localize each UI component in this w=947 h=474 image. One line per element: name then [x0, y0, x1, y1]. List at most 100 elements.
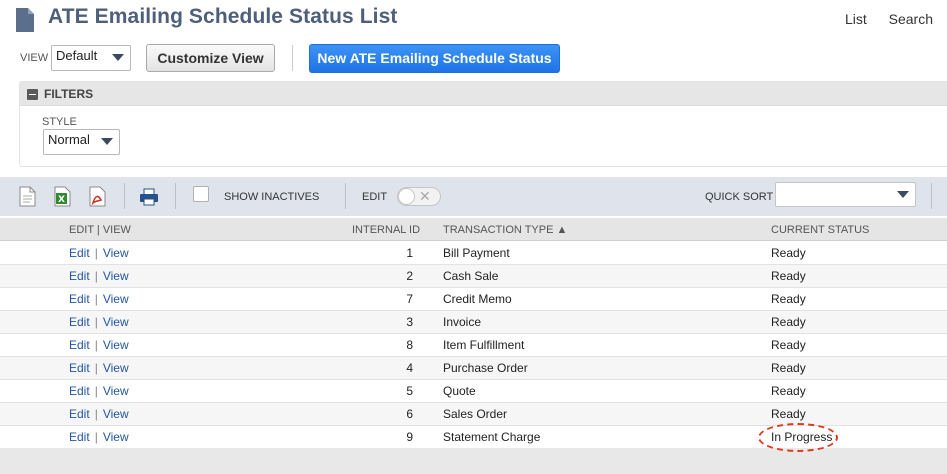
edit-link[interactable]: Edit: [69, 246, 90, 260]
view-link[interactable]: View: [103, 430, 129, 444]
view-toolbar: VIEW Default Customize View New ATE Emai…: [0, 43, 947, 75]
edit-view-links: Edit | View: [69, 407, 129, 421]
search-link[interactable]: Search: [889, 11, 933, 27]
edit-link[interactable]: Edit: [69, 407, 90, 421]
edit-view-links: Edit | View: [69, 292, 129, 306]
new-record-button[interactable]: New ATE Emailing Schedule Status: [309, 44, 560, 73]
table-row: Edit | View 3 Invoice Ready: [0, 311, 947, 334]
view-link[interactable]: View: [103, 315, 129, 329]
list-toolbar: X SHOW INACTIVES EDIT ✕ QUICK SORT: [0, 177, 947, 216]
page-header: ATE Emailing Schedule Status List List S…: [0, 0, 947, 40]
show-inactives-checkbox[interactable]: [193, 186, 209, 202]
column-transaction-type[interactable]: TRANSACTION TYPE ▲: [443, 224, 567, 236]
filters-title: FILTERS: [44, 87, 94, 101]
edit-label: EDIT: [362, 191, 388, 203]
edit-link[interactable]: Edit: [69, 315, 90, 329]
internal-id-cell: 1: [406, 246, 413, 260]
link-separator: |: [94, 361, 98, 375]
view-label: VIEW: [20, 52, 49, 64]
print-icon[interactable]: [139, 186, 159, 207]
toolbar-divider: [931, 183, 932, 209]
filters-header[interactable]: FILTERS: [20, 82, 947, 106]
table-row: Edit | View 8 Item Fulfillment Ready: [0, 334, 947, 357]
view-select[interactable]: Default: [51, 45, 131, 71]
current-status-cell: Ready: [771, 384, 806, 398]
quick-sort-select[interactable]: [775, 182, 916, 207]
edit-view-links: Edit | View: [69, 269, 129, 283]
internal-id-cell: 9: [406, 430, 413, 444]
chevron-down-icon: [897, 191, 909, 198]
view-link[interactable]: View: [103, 246, 129, 260]
edit-view-links: Edit | View: [69, 430, 129, 444]
link-separator: |: [94, 430, 98, 444]
current-status-cell: Ready: [771, 407, 806, 421]
transaction-type-cell: Credit Memo: [443, 292, 512, 306]
edit-view-links: Edit | View: [69, 246, 129, 260]
table-row: Edit | View 7 Credit Memo Ready: [0, 288, 947, 311]
edit-view-links: Edit | View: [69, 384, 129, 398]
edit-link[interactable]: Edit: [69, 361, 90, 375]
top-links: List Search: [827, 11, 933, 27]
internal-id-cell: 6: [406, 407, 413, 421]
export-csv-icon[interactable]: [19, 186, 36, 207]
column-current-status[interactable]: CURRENT STATUS: [771, 224, 869, 236]
quick-sort-label: QUICK SORT: [705, 191, 774, 203]
svg-text:X: X: [58, 195, 65, 205]
style-select-value: Normal: [48, 132, 90, 147]
table-row: Edit | View 2 Cash Sale Ready: [0, 265, 947, 288]
link-separator: |: [94, 338, 98, 352]
filters-panel: FILTERS STYLE Normal: [19, 81, 947, 167]
edit-link[interactable]: Edit: [69, 338, 90, 352]
chevron-down-icon: [112, 54, 124, 61]
table-row: Edit | View 1 Bill Payment Ready: [0, 242, 947, 265]
view-link[interactable]: View: [103, 407, 129, 421]
export-pdf-icon[interactable]: [89, 186, 106, 207]
view-link[interactable]: View: [103, 269, 129, 283]
column-edit-view: EDIT | VIEW: [69, 224, 131, 236]
transaction-type-cell: Invoice: [443, 315, 482, 329]
view-link[interactable]: View: [103, 338, 129, 352]
close-icon: ✕: [419, 188, 431, 204]
table-footer: [0, 448, 947, 474]
internal-id-cell: 8: [406, 338, 413, 352]
table-row: Edit | View 6 Sales Order Ready: [0, 403, 947, 426]
table-row: Edit | View 5 Quote Ready: [0, 380, 947, 403]
export-excel-icon[interactable]: X: [54, 186, 71, 207]
edit-link[interactable]: Edit: [69, 269, 90, 283]
edit-link[interactable]: Edit: [69, 384, 90, 398]
edit-view-links: Edit | View: [69, 361, 129, 375]
view-link[interactable]: View: [103, 361, 129, 375]
view-link[interactable]: View: [103, 292, 129, 306]
list-link[interactable]: List: [845, 11, 867, 27]
link-separator: |: [94, 407, 98, 421]
current-status-cell: Ready: [771, 338, 806, 352]
collapse-icon[interactable]: [27, 89, 38, 100]
current-status-cell: Ready: [771, 292, 806, 306]
customize-view-button[interactable]: Customize View: [146, 44, 275, 72]
record-page-icon: [16, 8, 34, 32]
internal-id-cell: 4: [406, 361, 413, 375]
link-separator: |: [94, 269, 98, 283]
current-status-cell: In Progress: [771, 430, 833, 444]
transaction-type-cell: Sales Order: [443, 407, 508, 421]
inline-edit-toggle[interactable]: ✕: [397, 187, 441, 206]
internal-id-cell: 3: [406, 315, 413, 329]
style-select[interactable]: Normal: [43, 129, 120, 155]
link-separator: |: [94, 292, 98, 306]
current-status-cell: Ready: [771, 269, 806, 283]
toggle-knob: [398, 188, 415, 205]
internal-id-cell: 2: [406, 269, 413, 283]
transaction-type-cell: Statement Charge: [443, 430, 541, 444]
link-separator: |: [94, 384, 98, 398]
transaction-type-cell: Item Fulfillment: [443, 338, 525, 352]
edit-view-links: Edit | View: [69, 315, 129, 329]
edit-link[interactable]: Edit: [69, 430, 90, 444]
toolbar-divider: [175, 183, 176, 209]
current-status-cell: Ready: [771, 361, 806, 375]
page-title: ATE Emailing Schedule Status List: [48, 5, 398, 28]
edit-link[interactable]: Edit: [69, 292, 90, 306]
column-internal-id[interactable]: INTERNAL ID: [352, 224, 420, 236]
table-row: Edit | View 4 Purchase Order Ready: [0, 357, 947, 380]
view-link[interactable]: View: [103, 384, 129, 398]
table-row: Edit | View 9 Statement Charge In Progress: [0, 426, 947, 449]
